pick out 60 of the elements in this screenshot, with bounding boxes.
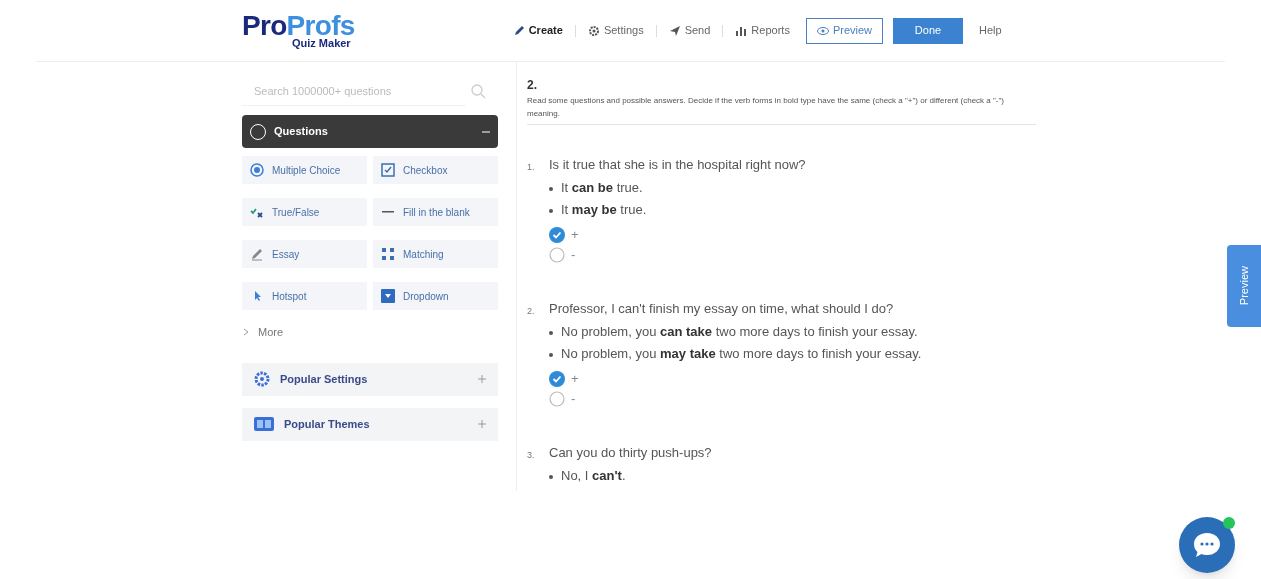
answer-text: No problem, you can take two more days to finish your essay. [561, 323, 918, 341]
gear-icon [587, 24, 600, 37]
settings-panel-header[interactable]: Popular Themes [242, 407, 498, 441]
answer-text: It can be true. [561, 179, 643, 197]
chevron-right-icon [242, 328, 250, 337]
answer-text: No, I can't. [561, 467, 626, 485]
question-type-button[interactable]: Matching [373, 240, 498, 268]
search-icon [470, 83, 486, 99]
nav-tab[interactable]: Reports [735, 22, 790, 39]
gear-icon [254, 371, 270, 387]
question-type-button[interactable]: True/False [242, 198, 367, 226]
nav-tab[interactable]: Settings [587, 22, 644, 39]
answer-text: It may be true. [561, 201, 647, 219]
bar-chart-icon [735, 24, 748, 37]
question-number: 2. [527, 77, 538, 94]
search-field[interactable]: Search 1000000+ questions [242, 76, 466, 106]
question-type-button[interactable]: Dropdown [373, 282, 498, 310]
question-type-button[interactable]: Hotspot [242, 282, 367, 310]
eye-icon [816, 26, 829, 35]
settings-panel-header[interactable]: Popular Settings [242, 362, 498, 396]
option-label: + [571, 370, 579, 389]
answer-text: No problem, you may take two more days to finish your essay. [561, 345, 922, 363]
preview-button[interactable]: Preview [805, 17, 883, 44]
expand-icon [478, 375, 486, 383]
nav-tab[interactable]: Create [512, 22, 563, 39]
item-number: 2. [527, 305, 536, 318]
pen-icon [250, 247, 264, 261]
question-type-button[interactable]: Essay [242, 240, 367, 268]
radio-icon [250, 163, 264, 177]
done-button[interactable]: Done [893, 17, 963, 44]
item-prompt: Is it true that she is in the hospital right now? [549, 156, 806, 174]
nav-tab[interactable]: Send [668, 22, 711, 39]
item-number: 1. [527, 161, 536, 174]
preview-side-tab[interactable]: Preview [1227, 245, 1261, 327]
help-link[interactable]: Help [979, 22, 1002, 39]
grid-icon [381, 247, 395, 261]
expand-icon [478, 420, 486, 428]
question-type-button[interactable]: Multiple Choice [242, 156, 367, 184]
radio-checked[interactable] [549, 227, 565, 243]
radio-unchecked[interactable] [549, 391, 565, 407]
question-type-button[interactable]: Checkbox [373, 156, 498, 184]
item-number: 3. [527, 449, 536, 462]
option-label: - [571, 390, 576, 409]
chat-button[interactable] [1179, 517, 1235, 573]
radio-checked[interactable] [549, 371, 565, 387]
questions-panel-header[interactable]: Questions [242, 115, 498, 148]
item-prompt: Can you do thirty push-ups? [549, 444, 712, 462]
palette-icon [254, 416, 274, 432]
send-icon [668, 24, 681, 37]
more-link[interactable]: More [242, 324, 498, 341]
logo[interactable]: ProProfs Quiz Maker [242, 12, 355, 49]
dropdown-icon [381, 289, 395, 303]
radio-unchecked[interactable] [549, 247, 565, 263]
item-prompt: Professor, I can't finish my essay on time, what should I do? [549, 300, 894, 318]
pencil-icon [512, 24, 525, 37]
option-label: - [571, 246, 576, 265]
question-type-button[interactable]: Fill in the blank [373, 198, 498, 226]
option-label: + [571, 226, 579, 245]
checkbox-icon [381, 163, 395, 177]
question-instructions: Read some questions and possible answers. Decide if the verb forms in bold type have the same (check a "+") or different (check a "-") meaning. [527, 95, 1005, 120]
